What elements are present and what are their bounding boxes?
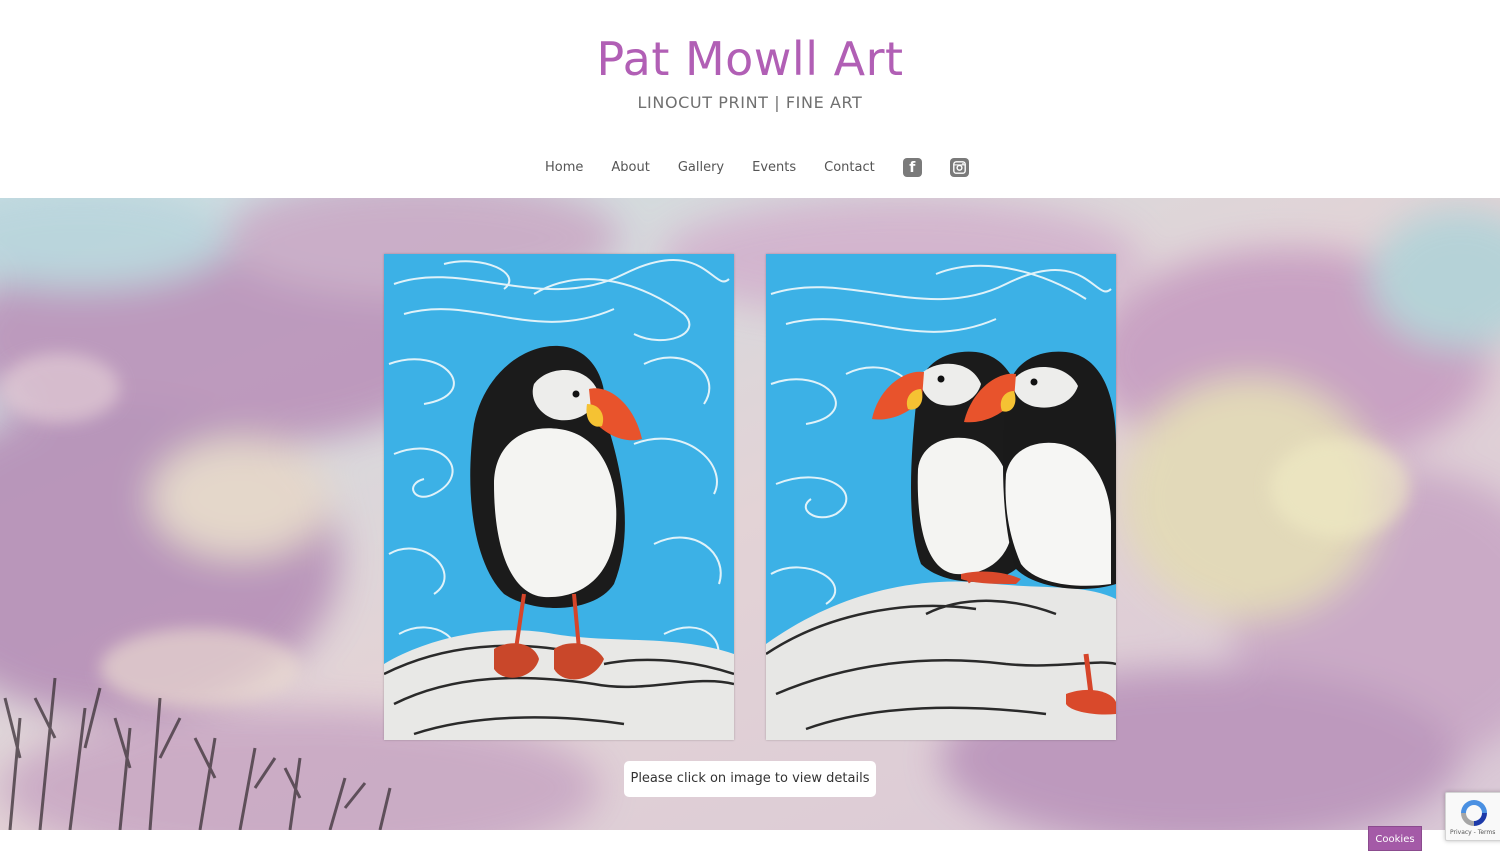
main-nav: Home About Gallery Events Contact f (545, 155, 997, 179)
site-header: Pat Mowll Art LINOCUT PRINT | FINE ART H… (0, 0, 1500, 198)
nav-contact[interactable]: Contact (824, 160, 875, 175)
instagram-icon[interactable] (949, 157, 969, 177)
recaptcha-badge[interactable]: Privacy - Terms (1445, 792, 1500, 841)
recaptcha-icon (1461, 800, 1487, 826)
recaptcha-terms[interactable]: Privacy - Terms (1450, 829, 1495, 836)
nav-about[interactable]: About (611, 160, 649, 175)
cookies-button[interactable]: Cookies (1368, 826, 1422, 851)
nav-gallery[interactable]: Gallery (678, 160, 724, 175)
nav-home[interactable]: Home (545, 160, 583, 175)
hero-background-painting (0, 198, 1500, 830)
click-hint: Please click on image to view details (624, 761, 876, 797)
site-tagline: LINOCUT PRINT | FINE ART (637, 93, 863, 112)
footer-strip (0, 830, 1500, 851)
facebook-icon[interactable]: f (902, 157, 922, 177)
nav-events[interactable]: Events (752, 160, 796, 175)
artwork-single-puffin[interactable] (384, 254, 734, 740)
site-title[interactable]: Pat Mowll Art (0, 32, 1500, 86)
hero-section: Please click on image to view details (0, 198, 1500, 830)
artwork-two-puffins[interactable] (766, 254, 1116, 740)
